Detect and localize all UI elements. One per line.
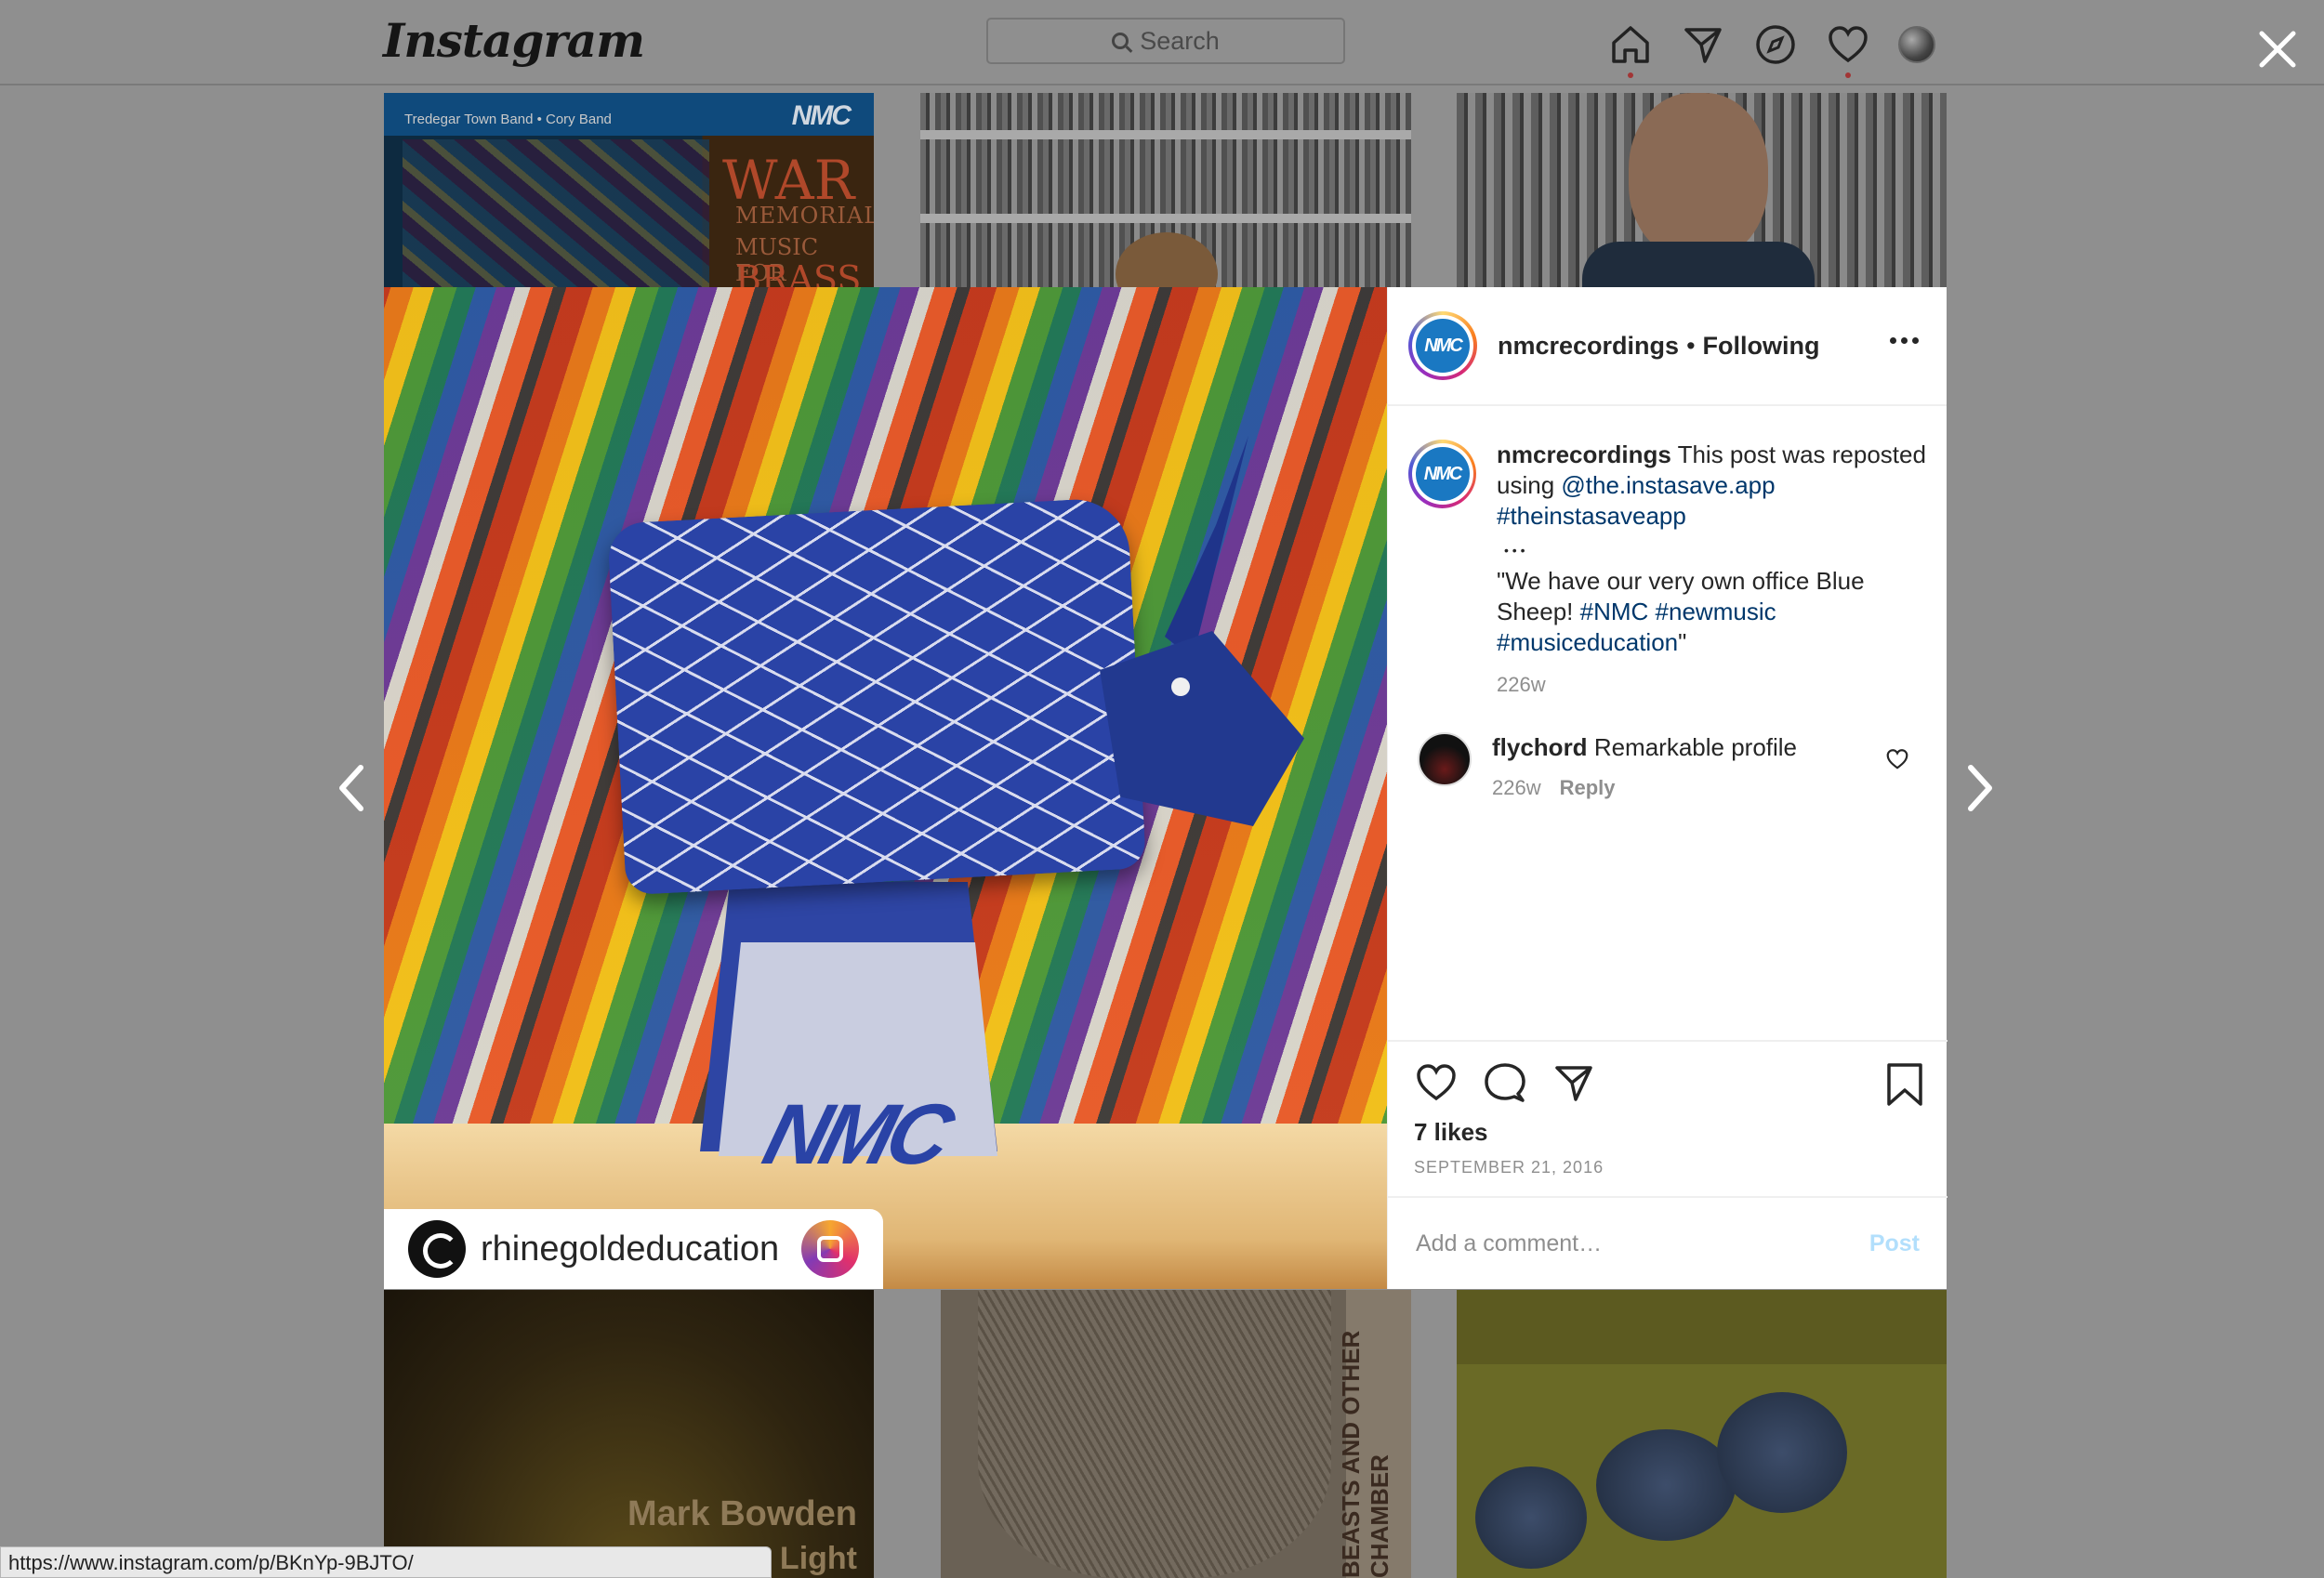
nmc-logo: NMC (754, 1087, 958, 1182)
hashtag-link[interactable]: #NMC (1580, 598, 1649, 625)
repost-credit[interactable]: rhinegoldeducation (384, 1209, 883, 1289)
shelf-line (920, 130, 1411, 139)
comment-like-heart-icon[interactable] (1885, 747, 1909, 771)
nav-icons (1608, 19, 1935, 78)
nmc-avatar: NMC (1415, 447, 1470, 501)
save-bookmark-icon[interactable] (1884, 1062, 1925, 1107)
activity-dot (1845, 72, 1851, 78)
caption-dots: • • • (1504, 543, 1525, 558)
comment-text: flychord Remarkable profile (1492, 732, 1882, 763)
header-separator: • (1686, 331, 1696, 360)
caption: NMC nmcrecordings This post was reposted… (1408, 440, 1926, 697)
comment-bubble-icon[interactable] (1483, 1060, 1527, 1105)
paper-sheep (1475, 1466, 1587, 1569)
person-face (1629, 93, 1768, 260)
paper-sheep-eye (1171, 677, 1190, 696)
paper-sheep (1717, 1392, 1847, 1513)
tile-memorials-text: MEMORIALS (735, 203, 874, 229)
caption-avatar[interactable]: NMC (1408, 440, 1476, 508)
grid-tile-mark-bowden[interactable]: Mark Bowden en Light (384, 1290, 874, 1578)
search-placeholder: Search (1140, 26, 1220, 55)
person-body (1582, 242, 1815, 290)
previous-post-arrow-icon[interactable] (333, 760, 370, 816)
grid-tile-paper-sheep[interactable] (1457, 1290, 1947, 1578)
grid-tile-beasts[interactable]: BEASTS AND OTHER CHAMBER (941, 1290, 1411, 1578)
instagram-logo[interactable]: Instagram (383, 13, 645, 68)
mention-link[interactable]: @the.instasave.app (1561, 471, 1775, 499)
caption-quote-end: " (1678, 628, 1687, 656)
tile-title-text: Mark Bowden (627, 1494, 857, 1533)
share-direct-icon[interactable] (1552, 1060, 1596, 1105)
grid-tile-portrait[interactable] (1457, 93, 1947, 290)
search-box[interactable]: Search (986, 18, 1345, 64)
comment-username[interactable]: flychord (1492, 733, 1588, 761)
likes-count[interactable]: 7 likes (1414, 1118, 1927, 1147)
post-modal: NMC rhinegoldeducation NMC nmcrecordings… (384, 287, 1948, 1289)
post-sidebar: NMC nmcrecordings • Following NMC nmcrec… (1387, 287, 1948, 1289)
like-heart-icon[interactable] (1414, 1060, 1459, 1105)
person-head (1116, 232, 1218, 290)
grid-tile-war-memorials[interactable]: Tredegar Town Band • Cory Band NMC WAR M… (384, 93, 874, 290)
rhinegold-avatar (408, 1220, 466, 1278)
caption-text: nmcrecordings This post was reposted usi… (1497, 440, 1926, 658)
comment-timestamp[interactable]: 226w (1492, 776, 1541, 800)
stained-glass-art (403, 139, 709, 288)
more-options-icon[interactable] (1890, 337, 1919, 344)
post-actions: 7 likes SEPTEMBER 21, 2016 (1388, 1040, 1948, 1177)
close-icon[interactable] (2256, 28, 2299, 71)
home-active-dot (1628, 72, 1633, 78)
tile-brass-text: BRASS (735, 258, 862, 290)
home-icon[interactable] (1608, 22, 1653, 78)
action-icons (1414, 1059, 1927, 1107)
grid-tile-bookshelf[interactable] (920, 93, 1411, 290)
comment-body: Remarkable profile (1593, 733, 1798, 761)
reply-button[interactable]: Reply (1560, 776, 1616, 800)
status-bar-url: https://www.instagram.com/p/BKnYp-9BJTO/ (0, 1546, 772, 1578)
tile-nmc-logo: NMC (791, 100, 852, 131)
paper-sheep (1596, 1429, 1736, 1541)
explore-icon[interactable] (1753, 22, 1798, 67)
paper-sheep-body (606, 496, 1147, 896)
nmc-avatar: NMC (1416, 319, 1470, 373)
sketch-art (978, 1290, 1331, 1578)
search-icon (1112, 33, 1129, 49)
credit-username: rhinegoldeducation (481, 1229, 780, 1269)
instasave-badge-icon (801, 1220, 860, 1278)
following-button[interactable]: Following (1703, 332, 1820, 361)
shelf-line (920, 214, 1411, 223)
comment-item: flychord Remarkable profile 226w Reply (1408, 732, 1926, 800)
caption-timestamp[interactable]: 226w (1497, 673, 1926, 697)
post-username[interactable]: nmcrecordings (1498, 332, 1679, 361)
hashtag-link[interactable]: #theinstasaveapp (1497, 502, 1686, 530)
comment-meta: 226w Reply (1492, 776, 1882, 800)
tile-vertical-text: BEASTS AND OTHER CHAMBER (1337, 1330, 1393, 1578)
top-nav-bar: Instagram Search (0, 0, 2324, 85)
profile-avatar[interactable] (1898, 26, 1935, 63)
post-header: NMC nmcrecordings • Following (1388, 287, 1947, 406)
story-ring[interactable]: NMC (1408, 311, 1477, 380)
comment-form: Post (1388, 1196, 1948, 1289)
post-photo[interactable]: NMC rhinegoldeducation (384, 287, 1387, 1289)
add-comment-input[interactable] (1416, 1230, 1869, 1257)
direct-icon[interactable] (1681, 22, 1725, 67)
hashtag-link[interactable]: #musiceducation (1497, 628, 1678, 656)
caption-username[interactable]: nmcrecordings (1497, 441, 1671, 468)
hashtag-link[interactable]: #newmusic (1656, 598, 1776, 625)
post-date[interactable]: SEPTEMBER 21, 2016 (1414, 1158, 1927, 1177)
activity-heart-icon[interactable] (1826, 22, 1870, 78)
post-comment-button[interactable]: Post (1869, 1230, 1920, 1257)
caption-area: NMC nmcrecordings This post was reposted… (1388, 406, 1947, 800)
flychord-avatar[interactable] (1418, 732, 1472, 786)
next-post-arrow-icon[interactable] (1961, 760, 1999, 816)
